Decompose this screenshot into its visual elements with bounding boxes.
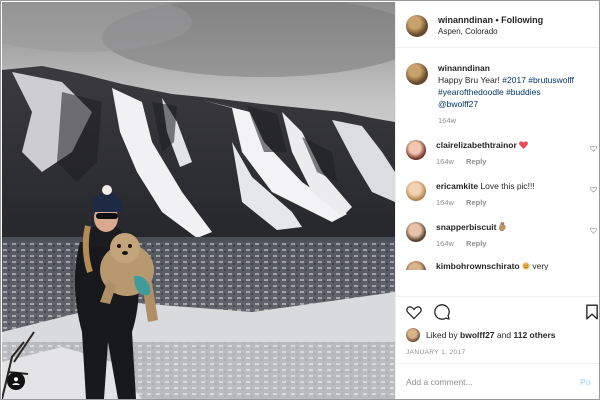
hashtag-link[interactable]: #brutuswolff <box>528 75 574 85</box>
author-avatar[interactable] <box>406 14 428 37</box>
aspen-mountain-photo <box>2 2 395 399</box>
face-emoji-icon <box>522 262 530 270</box>
post-comment-button[interactable]: Po <box>580 377 591 387</box>
hand-emoji-icon <box>499 222 506 232</box>
liked-by-prefix: Liked by <box>426 330 458 340</box>
post-side-panel: winanndinan • Following Aspen, Colorado … <box>395 2 599 399</box>
actions-divider <box>396 296 599 297</box>
like-comment-heart-icon[interactable] <box>590 227 597 234</box>
caption-avatar[interactable] <box>406 63 428 85</box>
reply-button[interactable]: Reply <box>466 198 486 207</box>
post-date[interactable]: JANUARY 1, 2017 <box>406 349 466 356</box>
commenter-username[interactable]: clairelizabethtrainor <box>436 140 517 150</box>
post-header: winanndinan • Following Aspen, Colorado <box>396 2 599 48</box>
liker-avatar[interactable] <box>406 328 420 342</box>
comment-age[interactable]: 164w <box>436 157 454 166</box>
others-likes-link[interactable]: 112 others <box>513 330 555 340</box>
likes-summary: Liked by bwolff27 and 112 others <box>406 328 556 342</box>
liker-username[interactable]: bwolff27 <box>460 330 494 340</box>
commenter-username[interactable]: ericamkite <box>436 181 478 191</box>
hashtag-link[interactable]: #buddies <box>506 87 541 97</box>
like-comment-heart-icon[interactable] <box>590 145 597 152</box>
comment-age[interactable]: 164w <box>436 239 454 248</box>
commenter-avatar[interactable] <box>406 261 426 270</box>
caption-meta: 164w <box>438 116 588 125</box>
comment-row: kimbohrownschirato very <box>396 260 599 270</box>
add-comment-bar: Add a comment... Po <box>396 363 599 399</box>
red-heart-icon <box>519 141 529 149</box>
commenter-avatar[interactable] <box>406 222 426 242</box>
hashtag-link[interactable]: #yearofthedoodle <box>438 87 504 97</box>
comment-row: clairelizabethtrainor 164w Reply <box>396 139 599 166</box>
comment-row: snapperbiscuit 164w Reply <box>396 221 599 248</box>
caption-username[interactable]: winanndinan <box>438 63 490 73</box>
commenter-avatar[interactable] <box>406 181 426 201</box>
post-actions <box>406 304 450 320</box>
comment-icon[interactable] <box>434 304 450 320</box>
reply-button[interactable]: Reply <box>466 239 486 248</box>
tagged-users-button[interactable] <box>7 372 25 390</box>
instagram-post-window: winanndinan • Following Aspen, Colorado … <box>0 0 600 400</box>
follow-status-button[interactable]: Following <box>501 15 543 25</box>
post-photo[interactable] <box>2 2 395 399</box>
post-location[interactable]: Aspen, Colorado <box>438 26 543 37</box>
header-separator: • <box>493 15 502 25</box>
comment-text: very <box>532 261 549 270</box>
reply-button[interactable]: Reply <box>466 157 486 166</box>
caption-message: Happy Bru Year! <box>438 75 500 85</box>
user-icon <box>12 377 20 385</box>
caption-age[interactable]: 164w <box>438 116 456 125</box>
commenter-avatar[interactable] <box>406 140 426 160</box>
hashtag-link[interactable]: #2017 <box>502 75 526 85</box>
heart-icon[interactable] <box>406 305 422 320</box>
comment-age[interactable]: 164w <box>436 198 454 207</box>
like-comment-heart-icon[interactable] <box>590 186 597 193</box>
caption-text: winanndinan Happy Bru Year! #2017 #brutu… <box>438 62 588 110</box>
caption-row: winanndinan Happy Bru Year! #2017 #brutu… <box>396 62 599 125</box>
author-username[interactable]: winanndinan <box>438 15 493 25</box>
add-comment-input[interactable]: Add a comment... <box>406 377 473 387</box>
comment-row: ericamkite Love this pic!!! 164w Reply <box>396 180 599 207</box>
commenter-username[interactable]: kimbohrownschirato <box>436 261 520 270</box>
commenter-username[interactable]: snapperbiscuit <box>436 222 496 232</box>
mention-link[interactable]: @bwolff27 <box>438 99 478 109</box>
likes-and: and <box>496 330 512 340</box>
bookmark-icon[interactable] <box>586 304 598 320</box>
comment-text: Love this pic!!! <box>480 181 535 191</box>
